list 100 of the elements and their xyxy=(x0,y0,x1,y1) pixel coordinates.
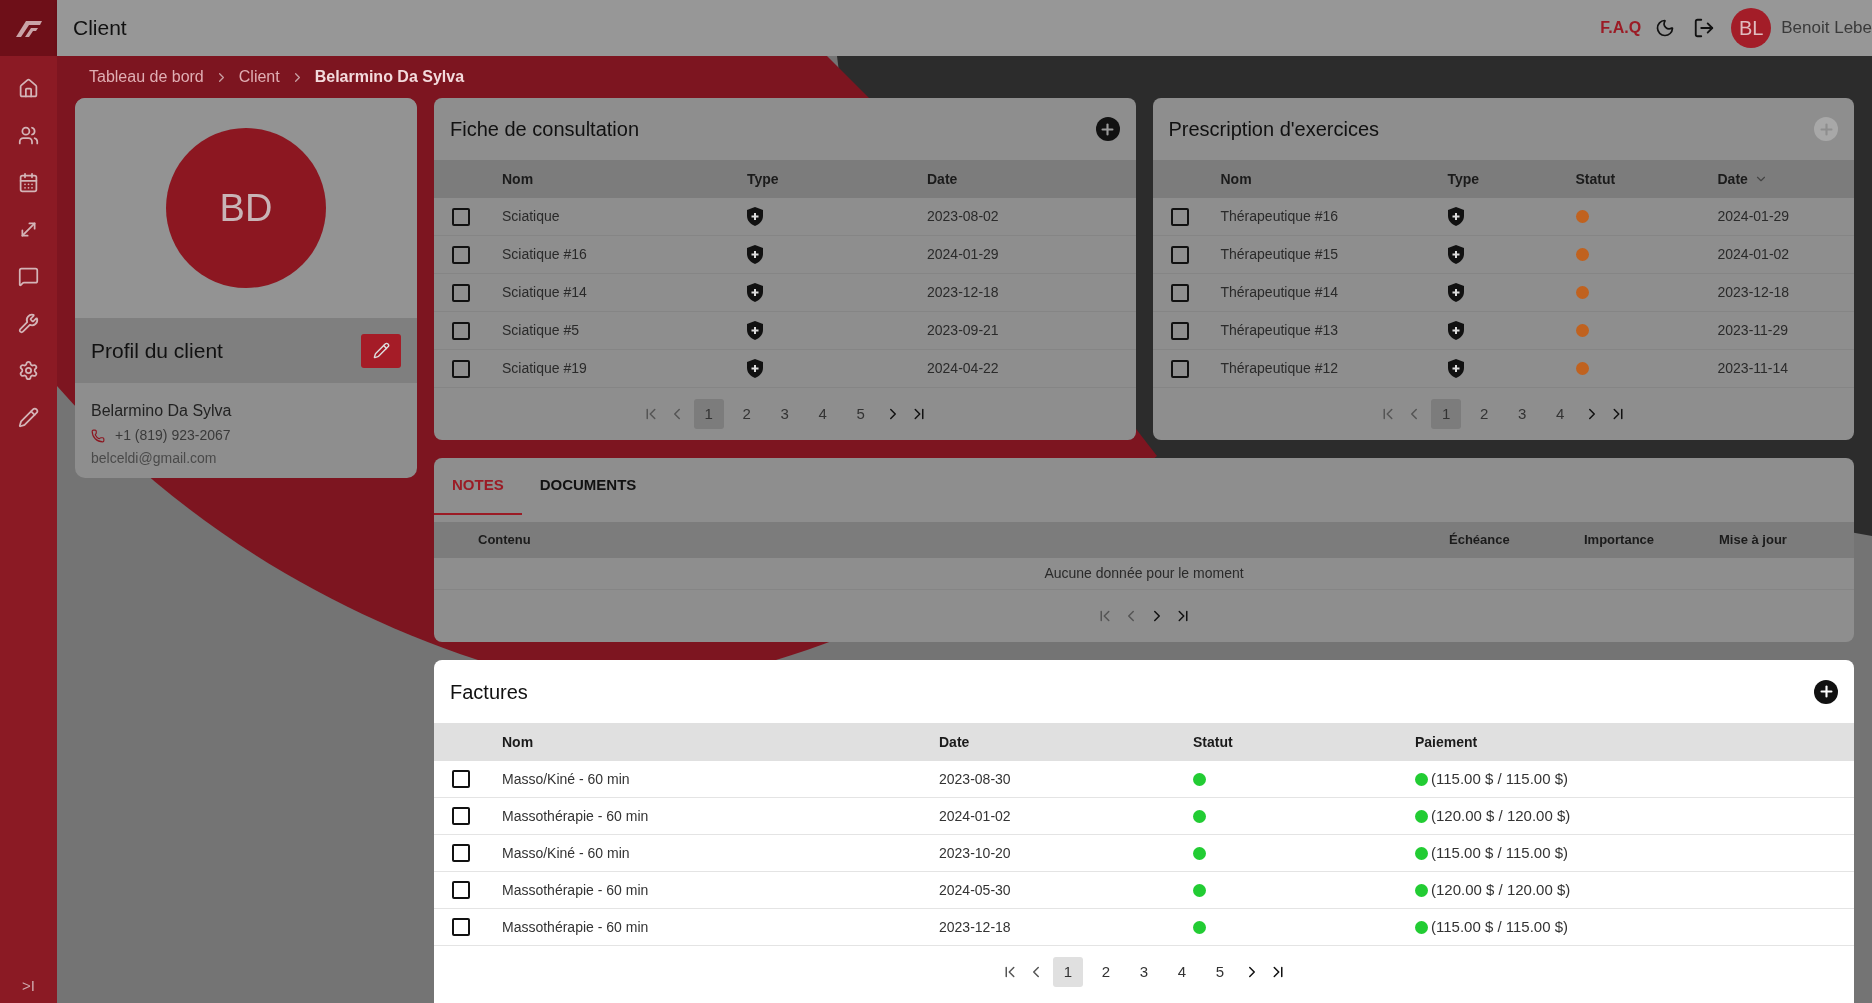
column-header: Importance xyxy=(1584,531,1656,550)
checkbox[interactable] xyxy=(452,321,470,340)
table-cell-text: 2024-01-29 xyxy=(927,245,1000,264)
tab[interactable]: NOTES xyxy=(434,458,522,515)
column-header: Type xyxy=(1447,169,1480,189)
checkbox[interactable] xyxy=(452,359,470,378)
settings-icon[interactable] xyxy=(18,360,39,381)
breadcrumb-link[interactable]: Client xyxy=(238,65,280,89)
shield-plus-icon xyxy=(747,245,763,264)
faq-link[interactable]: F.A.Q xyxy=(1600,16,1642,40)
plus-icon xyxy=(1817,120,1835,138)
table-cell-text: 2023-12-18 xyxy=(939,917,1012,937)
add-button[interactable] xyxy=(1095,117,1120,141)
table-cell-text: Thérapeutique #13 xyxy=(1220,321,1340,340)
logo-icon xyxy=(0,0,57,56)
checkbox[interactable] xyxy=(1170,283,1189,302)
moon-icon[interactable] xyxy=(1655,18,1676,38)
page-button[interactable]: 3 xyxy=(1507,399,1538,429)
table-cell-text: 2023-08-02 xyxy=(927,207,1000,226)
page-button[interactable]: 4 xyxy=(1167,957,1197,987)
page-button[interactable]: 1 xyxy=(1053,957,1083,987)
phone-icon xyxy=(91,428,105,443)
table-cell-text: Sciatique #5 xyxy=(502,321,581,340)
table-cell-text: (120.00 $ / 120.00 $) xyxy=(1431,805,1571,826)
checkbox[interactable] xyxy=(1170,245,1189,264)
card-title: Prescription d'exercices xyxy=(1168,117,1380,142)
column-header: Statut xyxy=(1193,732,1234,752)
checkbox[interactable] xyxy=(452,770,470,788)
table-cell-text: 2023-11-14 xyxy=(1717,359,1790,378)
client-avatar: BD xyxy=(166,128,326,288)
table-cell-text: 2023-09-21 xyxy=(927,321,1000,340)
page-button[interactable]: 5 xyxy=(1205,957,1235,987)
pencil-icon[interactable] xyxy=(18,407,39,428)
table-cell-text: (115.00 $ / 115.00 $) xyxy=(1431,842,1569,863)
profile-title: Profil du client xyxy=(91,337,223,364)
shield-plus-icon xyxy=(1447,321,1464,340)
calendar-icon[interactable] xyxy=(18,172,39,193)
page-button[interactable]: 5 xyxy=(845,399,876,429)
column-header: Mise à jour xyxy=(1719,531,1788,550)
card-title: Factures xyxy=(450,679,528,705)
column-header: Nom xyxy=(1220,169,1252,189)
logout-icon[interactable] xyxy=(1693,17,1716,39)
table-cell-text: (115.00 $ / 115.00 $) xyxy=(1431,916,1569,937)
client-name: Belarmino Da Sylva xyxy=(91,401,233,421)
plus-icon xyxy=(1817,683,1835,700)
card-title: Fiche de consultation xyxy=(450,117,639,142)
user-avatar[interactable]: BL xyxy=(1731,8,1772,48)
table-cell-text: 2024-01-02 xyxy=(1717,245,1791,264)
page-button[interactable]: 4 xyxy=(1545,399,1576,429)
page-button[interactable]: 1 xyxy=(1431,399,1462,429)
page-button[interactable]: 1 xyxy=(693,399,724,429)
checkbox[interactable] xyxy=(1170,321,1189,340)
page-button[interactable]: 3 xyxy=(769,399,800,429)
column-header: Date xyxy=(939,732,971,752)
chat-icon[interactable] xyxy=(18,266,39,287)
checkbox[interactable] xyxy=(1170,207,1189,226)
checkbox[interactable] xyxy=(452,918,470,936)
table-cell-text: 2023-12-18 xyxy=(927,283,1000,302)
diagonal-arrows-icon[interactable] xyxy=(18,219,39,240)
shield-plus-icon xyxy=(747,359,763,378)
page-button[interactable]: 2 xyxy=(731,399,762,429)
shield-plus-icon xyxy=(1447,283,1464,302)
edit-button[interactable] xyxy=(361,333,401,368)
breadcrumb-link[interactable]: Belarmino Da Sylva xyxy=(314,65,465,89)
add-button[interactable] xyxy=(1814,679,1838,704)
tab[interactable]: DOCUMENTS xyxy=(521,458,655,515)
checkbox[interactable] xyxy=(452,881,470,899)
checkbox[interactable] xyxy=(452,283,470,302)
column-header: Échéance xyxy=(1449,531,1511,550)
table-cell-text: Thérapeutique #16 xyxy=(1220,207,1340,226)
table-cell-text: Massothérapie - 60 min xyxy=(502,880,650,900)
collapse-sidebar-button[interactable]: >I xyxy=(22,974,35,997)
empty-message: Aucune donnée pour le moment xyxy=(1044,564,1244,583)
column-header: Paiement xyxy=(1415,732,1479,752)
wrench-icon[interactable] xyxy=(18,313,39,334)
column-header: Date xyxy=(927,169,959,189)
shield-plus-icon xyxy=(747,321,763,340)
breadcrumb-link[interactable]: Tableau de bord xyxy=(89,65,204,89)
page-button[interactable]: 2 xyxy=(1469,399,1500,429)
table-cell-text: (115.00 $ / 115.00 $) xyxy=(1431,768,1569,789)
home-icon[interactable] xyxy=(18,78,39,99)
checkbox[interactable] xyxy=(1170,359,1189,378)
checkbox[interactable] xyxy=(452,207,470,226)
table-cell-text: Thérapeutique #12 xyxy=(1220,359,1340,378)
checkbox[interactable] xyxy=(452,807,470,825)
table-cell-text: 2024-04-22 xyxy=(927,359,1000,378)
table-cell-text: 2023-10-20 xyxy=(939,843,1012,863)
shield-plus-icon xyxy=(747,283,763,302)
user-name[interactable]: Benoit Lebe xyxy=(1781,15,1872,41)
users-icon[interactable] xyxy=(18,125,39,146)
checkbox[interactable] xyxy=(452,245,470,264)
shield-plus-icon xyxy=(1447,359,1464,378)
checkbox[interactable] xyxy=(452,844,470,862)
page-button[interactable]: 4 xyxy=(807,399,838,429)
table-cell-text: 2023-08-30 xyxy=(939,769,1012,789)
page-button[interactable]: 2 xyxy=(1091,957,1121,987)
table-cell-text: Massothérapie - 60 min xyxy=(502,806,650,826)
pencil-icon xyxy=(372,342,390,359)
table-cell-text: Massothérapie - 60 min xyxy=(502,917,650,937)
page-button[interactable]: 3 xyxy=(1129,957,1159,987)
